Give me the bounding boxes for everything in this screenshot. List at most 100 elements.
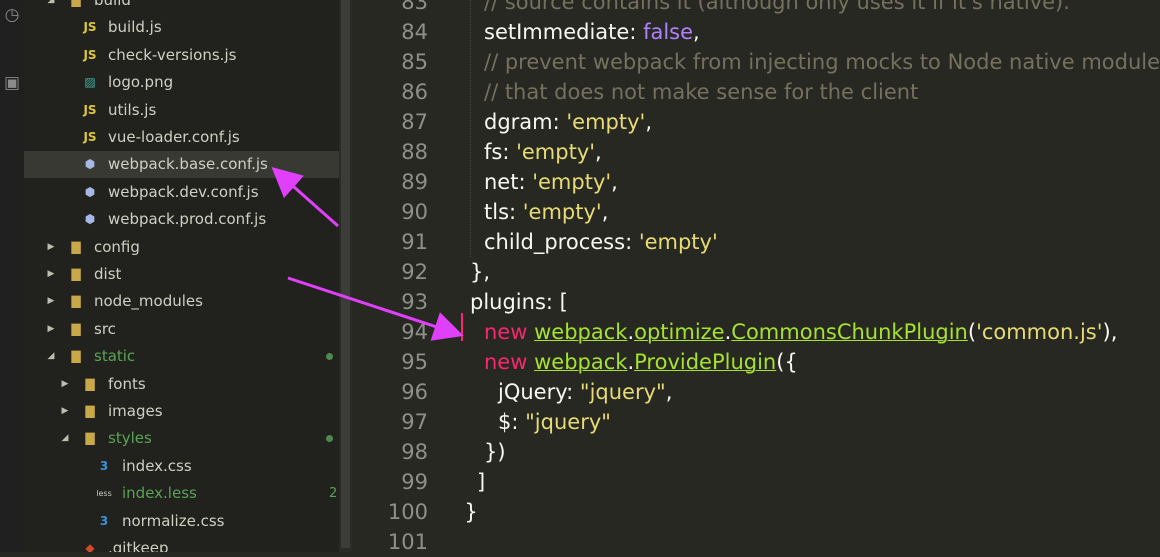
sidebar-scrollbar[interactable] [339,0,352,552]
less-file-icon: less [96,489,112,499]
javascript-file-icon: JS [83,130,97,144]
scrollbar-thumb[interactable] [341,0,350,548]
css-file-icon: 3 [99,513,109,528]
code-token: // that does not make sense for the clie… [484,80,919,104]
chevron-right-icon[interactable]: ▶ [60,398,70,425]
code-token: ({ [776,350,798,374]
code-line[interactable]: fs: 'empty', [484,137,1160,167]
code-token: jQuery [498,380,567,404]
tree-item-webpack-dev-conf-js[interactable]: ⬢ webpack.dev.conf.js [24,179,352,206]
line-number-gutter: 83 84 85 86 87 88 89 90 91 92 93 94 95 96 97 98 99 100 101 [352,0,456,554]
line-number: 95 [401,350,428,374]
tree-item-webpack-prod-conf-js[interactable]: ⬢ webpack.prod.conf.js [24,206,352,233]
indent-guide [470,0,471,257]
tree-item-normalize-css[interactable]: 3 normalize.css [24,508,352,535]
activity-bar: ◷ ▣ [0,0,24,552]
tree-item-logo-png[interactable]: ▨ logo.png [24,69,352,96]
code-token: setImmediate [484,20,630,44]
line-number: 89 [401,170,428,194]
tree-item-label: utils.js [108,100,157,119]
code-line[interactable]: net: 'empty', [484,167,1160,197]
chevron-right-icon[interactable]: ▶ [46,234,56,261]
tree-item-label: src [94,319,116,338]
folder-icon: ▇ [85,376,95,391]
code-line[interactable]: plugins: [ [470,287,1160,317]
code-token: : [511,410,526,434]
tree-item-build-js[interactable]: JS build.js [24,14,352,41]
tree-item-utils-js[interactable]: JS utils.js [24,97,352,124]
javascript-file-icon: JS [83,20,97,35]
code-line[interactable]: dgram: 'empty', [484,107,1160,137]
code-token: false [643,20,694,44]
tree-item-node-modules[interactable]: ▶ ▇ node_modules [24,288,352,315]
code-line[interactable]: }, [470,257,1160,287]
tree-item-gitkeep[interactable]: ◆ .gitkeep [24,535,352,552]
extensions-icon[interactable]: ▣ [0,68,24,98]
code-token: optimize [634,320,725,344]
code-line[interactable]: // prevent webpack from injecting mocks … [484,47,1160,77]
chevron-right-icon[interactable]: ▶ [46,261,56,288]
modified-dot-icon [326,353,333,361]
code-line[interactable]: jQuery: "jquery", [498,377,1160,407]
folder-icon: ▇ [71,267,81,281]
chevron-down-icon[interactable]: ◢ [60,425,70,452]
tree-item-label: build.js [108,18,162,37]
code-token: new [484,350,535,374]
code-token: plugins [470,290,546,314]
history-icon[interactable]: ◷ [0,0,24,30]
tree-item-build[interactable]: ◢ ▇ build [24,0,352,14]
tree-item-images[interactable]: ▶ ▇ images [24,398,352,425]
change-count-badge: 2 [329,486,338,502]
code-line[interactable]: child_process: 'empty' [484,227,1160,257]
tree-item-dist[interactable]: ▶ ▇ dist [24,261,352,288]
code-token: : [502,140,517,164]
code-line[interactable]: // that does not make sense for the clie… [484,77,1160,107]
line-number: 83 [401,0,428,14]
code-line[interactable]: // source contains it (although only use… [484,0,1160,17]
code-line[interactable]: ] [477,467,1160,497]
code-editor[interactable]: // source contains it (although only use… [456,0,1160,552]
tree-item-webpack-base-conf-js[interactable]: ⬢ webpack.base.conf.js [24,151,352,179]
tree-item-check-versions-js[interactable]: JS check-versions.js [24,42,352,69]
code-line[interactable]: $: "jquery" [498,407,1160,437]
folder-icon: ▇ [85,404,95,418]
code-token: : [518,170,533,194]
tree-item-index-css[interactable]: 3 index.css [24,453,352,480]
tree-item-index-less[interactable]: less index.less 2 [24,480,352,507]
tree-item-label: webpack.dev.conf.js [108,182,259,201]
code-line[interactable]: setImmediate: false, [484,17,1160,47]
code-line[interactable]: }) [484,437,1160,467]
line-number: 91 [401,230,428,254]
tree-item-vue-loader-conf-js[interactable]: JS vue-loader.conf.js [24,124,352,151]
tree-item-static[interactable]: ◢ ▇ static [24,343,352,370]
code-token: : [ [545,290,568,314]
tree-item-config[interactable]: ▶ ▇ config [24,234,352,261]
code-token: ( [967,320,977,344]
code-token: // prevent webpack from injecting mocks … [484,50,1160,74]
code-token: ProvidePlugin [634,350,777,374]
chevron-right-icon[interactable]: ▶ [46,288,56,315]
chevron-right-icon[interactable]: ▶ [60,371,70,398]
line-number: 87 [401,110,428,134]
code-line[interactable] [470,527,1160,552]
tree-item-label: index.css [122,456,192,475]
tree-item-fonts[interactable]: ▶ ▇ fonts [24,371,352,398]
chevron-right-icon[interactable]: ▶ [46,316,56,343]
tree-item-label: check-versions.js [108,45,237,64]
code-token: 'empty' [516,140,596,164]
line-number: 86 [401,80,428,104]
code-token: tls [484,200,510,224]
webpack-file-icon: ⬢ [84,157,96,172]
chevron-down-icon[interactable]: ◢ [46,343,56,370]
tree-item-src[interactable]: ▶ ▇ src [24,316,352,343]
code-line[interactable]: new webpack.ProvidePlugin({ [484,347,1160,377]
code-line[interactable]: tls: 'empty', [484,197,1160,227]
tree-item-label: index.less [122,484,197,503]
tree-item-label: normalize.css [122,511,225,530]
code-token: , [595,140,602,164]
line-number: 88 [401,140,428,164]
chevron-down-icon[interactable]: ◢ [46,0,56,14]
tree-item-styles[interactable]: ◢ ▇ styles [24,425,352,452]
code-line[interactable]: new webpack.optimize.CommonsChunkPlugin(… [484,317,1160,347]
code-line[interactable]: } [464,497,1160,527]
